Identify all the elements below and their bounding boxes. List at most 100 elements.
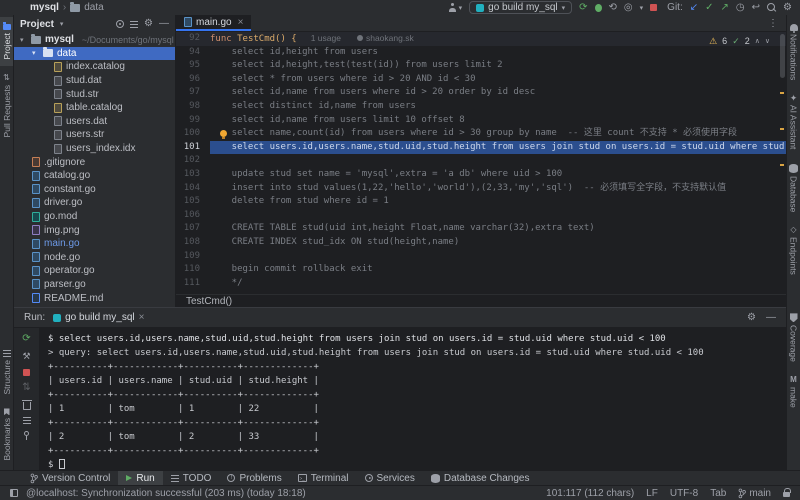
toolwindow-toggle-icon[interactable]: [10, 489, 18, 497]
caret-position[interactable]: 101:117 (112 chars): [546, 488, 634, 499]
expand-all-icon[interactable]: [130, 21, 138, 28]
prev-problem-icon[interactable]: ∧: [755, 35, 760, 49]
tree-item-node-go[interactable]: node.go: [14, 251, 175, 265]
run-with-coverage-button[interactable]: ◎: [624, 3, 633, 13]
editor-scrollbar-thumb[interactable]: [780, 34, 785, 78]
stop-button[interactable]: [650, 4, 657, 11]
tree-item-root-mysql[interactable]: ▾mysql~/Documents/go/mysql: [14, 33, 175, 47]
window-project-name[interactable]: mysql: [30, 2, 59, 13]
toolwindow-label: Bookmarks: [2, 418, 12, 461]
warning-stripe-mark[interactable]: [780, 92, 784, 94]
tree-item-stud-dat[interactable]: stud.dat: [14, 74, 175, 88]
run-tab[interactable]: go build my_sql ×: [53, 312, 144, 323]
breadcrumb-folder[interactable]: data: [84, 2, 103, 13]
toolwindow-pull-requests-button[interactable]: ⇅Pull Requests: [0, 66, 13, 144]
inspections-widget[interactable]: ⚠6 ✓2 ∧ ∨: [709, 35, 770, 49]
soft-wrap-icon[interactable]: [23, 417, 31, 424]
tree-item-img-png[interactable]: img.png: [14, 223, 175, 237]
toolwindow-problems-button[interactable]: Problems: [219, 471, 289, 485]
panel-options-icon[interactable]: ⚙: [144, 19, 153, 29]
pin-tab-icon[interactable]: [24, 431, 29, 436]
locate-file-icon[interactable]: [116, 20, 124, 28]
hide-panel-icon[interactable]: —: [159, 19, 169, 29]
tree-item-users-index-idx[interactable]: users_index.idx: [14, 142, 175, 156]
code-line: 104 insert into stud values(1,22,'hello'…: [176, 182, 786, 196]
editor-tab-main-go[interactable]: main.go ×: [176, 15, 251, 31]
user-profile-button[interactable]: ▾: [448, 3, 463, 12]
close-tab-icon[interactable]: ×: [238, 17, 244, 28]
tree-item-operator-go[interactable]: operator.go: [14, 264, 175, 278]
tree-item-catalog-go[interactable]: catalog.go: [14, 169, 175, 183]
code-line: 98 select distinct id,name from users: [176, 100, 786, 114]
toolwindow-version-control-button[interactable]: Version Control: [22, 471, 118, 485]
toolwindow-terminal-button[interactable]: Terminal: [290, 471, 357, 485]
tree-item-go-mod[interactable]: go.mod: [14, 210, 175, 224]
run-console[interactable]: $ select users.id,users.name,stud.uid,st…: [40, 328, 786, 470]
tree-item-main-go[interactable]: main.go: [14, 237, 175, 251]
tree-item-constant-go[interactable]: constant.go: [14, 183, 175, 197]
breadcrumb-function[interactable]: TestCmd(): [186, 296, 232, 307]
tree-item-driver-go[interactable]: driver.go: [14, 196, 175, 210]
encoding-indicator[interactable]: UTF-8: [670, 488, 698, 499]
run-panel-options-icon[interactable]: ⚙: [747, 313, 756, 323]
toolwindow-database-changes-button[interactable]: Database Changes: [423, 471, 538, 485]
search-everywhere-button[interactable]: [767, 3, 776, 12]
toolwindow-database-button[interactable]: Database: [787, 157, 800, 219]
tree-item-index-catalog[interactable]: index.catalog: [14, 60, 175, 74]
tree-item-readme-md[interactable]: README.md: [14, 291, 175, 305]
toolwindow-bookmarks-button[interactable]: Bookmarks: [0, 401, 13, 468]
stop-process-icon[interactable]: [23, 369, 30, 376]
author-hint[interactable]: shaokang.sk: [357, 33, 414, 43]
update-project-button[interactable]: ↙: [690, 3, 698, 13]
rerun-button[interactable]: ⟳: [579, 3, 587, 13]
tree-item-data[interactable]: ▾data: [14, 47, 175, 61]
toolwindow-structure-button[interactable]: Structure: [0, 343, 13, 402]
toolwindow-run-button[interactable]: Run: [118, 471, 162, 485]
tree-item-users-dat[interactable]: users.dat: [14, 115, 175, 129]
git-branch-widget[interactable]: main: [738, 488, 771, 499]
toolwindow-todo-button[interactable]: TODO: [163, 471, 220, 485]
tree-item-gitignore[interactable]: .gitignore: [14, 155, 175, 169]
toolwindow-project-button[interactable]: Project: [0, 17, 13, 66]
rerun-icon[interactable]: ⟳: [22, 334, 30, 344]
titlebar: mysql › data ▾ go build my_sql ▾ ⟳ ⟲ ◎ ▾…: [0, 0, 800, 15]
profiler-button[interactable]: ⟲: [609, 3, 617, 13]
warning-stripe-mark[interactable]: [780, 128, 784, 130]
toolwindow-notifications-button[interactable]: Notifications: [787, 17, 800, 87]
clear-console-icon[interactable]: [23, 402, 31, 410]
more-run-options-chevron[interactable]: ▾: [640, 4, 644, 12]
toolwindow-services-button[interactable]: Services: [357, 471, 423, 485]
lock-icon[interactable]: [783, 492, 790, 497]
sort-icon[interactable]: ⇅: [22, 383, 30, 393]
line-ending-indicator[interactable]: LF: [646, 488, 658, 499]
edit-configuration-icon[interactable]: ⚒: [22, 351, 30, 362]
tree-item-stud-str[interactable]: stud.str: [14, 87, 175, 101]
toolwindow-endpoints-button[interactable]: ◇Endpoints: [787, 219, 800, 282]
tab-options-icon[interactable]: ⋮: [768, 18, 786, 29]
settings-button[interactable]: ⚙: [783, 3, 792, 13]
file-icon: [54, 76, 62, 86]
usage-hint[interactable]: 1 usage: [311, 33, 341, 43]
indent-indicator[interactable]: Tab: [710, 488, 726, 499]
console-prompt-line: $: [48, 458, 786, 470]
push-button[interactable]: ↗: [721, 3, 729, 13]
close-run-tab-icon[interactable]: ×: [139, 312, 145, 323]
next-problem-icon[interactable]: ∨: [765, 35, 770, 49]
warning-stripe-mark[interactable]: [780, 164, 784, 166]
toolwindow-ai-assistant-button[interactable]: ✦AI Assistant: [787, 87, 800, 156]
run-config-selector[interactable]: go build my_sql ▾: [469, 1, 572, 14]
tree-item-users-str[interactable]: users.str: [14, 128, 175, 142]
hide-run-panel-icon[interactable]: —: [766, 313, 776, 323]
rollback-button[interactable]: ↩: [752, 3, 760, 13]
project-view-chevron[interactable]: ▾: [60, 20, 64, 28]
tree-item-parser-go[interactable]: parser.go: [14, 278, 175, 292]
debug-button[interactable]: [595, 4, 602, 12]
toolwindow-make-button[interactable]: Mmake: [787, 369, 800, 468]
tree-item-table-catalog[interactable]: table.catalog: [14, 101, 175, 115]
code-editor[interactable]: 92 func TestCmd() {1 usageshaokang.sk 94…: [176, 32, 786, 294]
project-panel-title[interactable]: Project: [20, 19, 54, 30]
line-number: 94: [176, 46, 210, 60]
toolwindow-coverage-button[interactable]: Coverage: [787, 306, 800, 369]
history-button[interactable]: ◷: [736, 3, 745, 13]
commit-button[interactable]: ✓: [705, 3, 713, 13]
